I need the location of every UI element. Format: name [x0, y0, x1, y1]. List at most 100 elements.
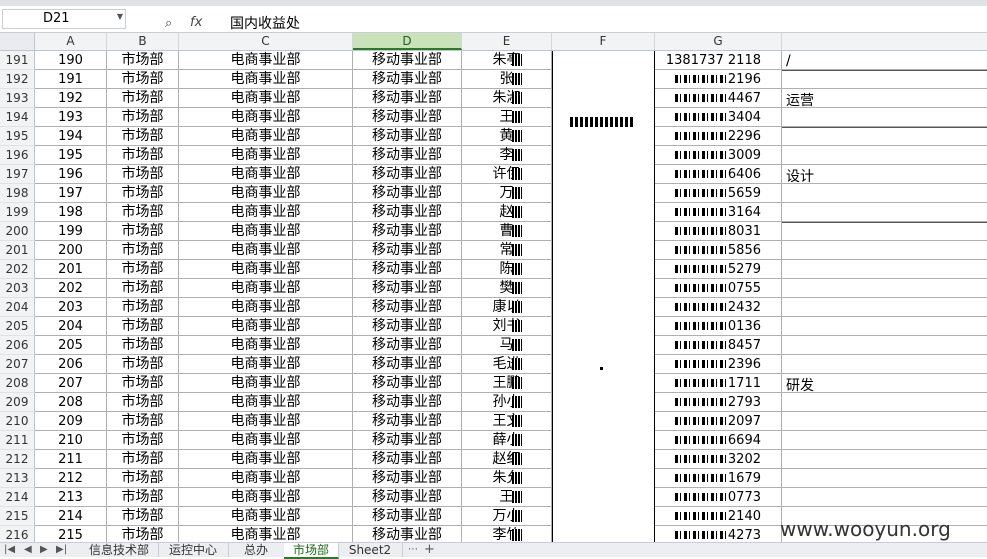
cell-e[interactable]: 朱允 — [462, 469, 552, 488]
column-header-b[interactable]: B — [107, 33, 179, 50]
cell-c[interactable]: 电商事业部 — [179, 317, 353, 336]
cell-b[interactable]: 市场部 — [107, 184, 179, 203]
column-header-h[interactable] — [782, 33, 987, 50]
cell-d[interactable]: 移动事业部 — [353, 279, 462, 298]
cell-e[interactable]: 薛小 — [462, 431, 552, 450]
row-number[interactable]: 203 — [0, 279, 35, 298]
cell-b[interactable]: 市场部 — [107, 469, 179, 488]
cell-h[interactable] — [782, 393, 987, 412]
cell-a[interactable]: 197 — [35, 184, 107, 203]
cell-h[interactable] — [782, 355, 987, 374]
row-number[interactable]: 211 — [0, 431, 35, 450]
tab-sheet-5[interactable]: Sheet2 — [338, 543, 403, 557]
cell-b[interactable]: 市场部 — [107, 127, 179, 146]
name-box[interactable]: D21 ▼ — [2, 9, 126, 29]
cell-d[interactable]: 移动事业部 — [353, 336, 462, 355]
row-number[interactable]: 213 — [0, 469, 35, 488]
cell-a[interactable]: 210 — [35, 431, 107, 450]
cell-h[interactable] — [782, 412, 987, 431]
cell-b[interactable]: 市场部 — [107, 431, 179, 450]
cell-h[interactable] — [782, 260, 987, 279]
cell-d[interactable]: 移动事业部 — [353, 507, 462, 526]
cell-b[interactable]: 市场部 — [107, 165, 179, 184]
last-sheet-icon[interactable]: ▶| — [56, 543, 67, 557]
cell-e[interactable]: 康以 — [462, 298, 552, 317]
cell-a[interactable]: 195 — [35, 146, 107, 165]
cell-d[interactable]: 移动事业部 — [353, 146, 462, 165]
row-number[interactable]: 193 — [0, 89, 35, 108]
cell-a[interactable]: 209 — [35, 412, 107, 431]
cell-h[interactable] — [782, 450, 987, 469]
row-number[interactable]: 192 — [0, 70, 35, 89]
cell-e[interactable]: 李 — [462, 146, 552, 165]
cell-h[interactable] — [782, 146, 987, 165]
row-number[interactable]: 205 — [0, 317, 35, 336]
column-header-d[interactable]: D — [353, 33, 462, 50]
cell-b[interactable]: 市场部 — [107, 393, 179, 412]
cell-a[interactable]: 194 — [35, 127, 107, 146]
cell-h[interactable] — [782, 241, 987, 260]
cell-a[interactable]: 206 — [35, 355, 107, 374]
cell-c[interactable]: 电商事业部 — [179, 507, 353, 526]
cell-h[interactable] — [782, 108, 987, 127]
cell-b[interactable]: 市场部 — [107, 203, 179, 222]
formula-input[interactable]: 国内收益处 — [224, 15, 984, 33]
cell-d[interactable]: 移动事业部 — [353, 89, 462, 108]
cell-h[interactable] — [782, 222, 987, 241]
cell-c[interactable]: 电商事业部 — [179, 241, 353, 260]
row-number[interactable]: 200 — [0, 222, 35, 241]
cell-e[interactable]: 赵 — [462, 203, 552, 222]
cell-e[interactable]: 刘书 — [462, 317, 552, 336]
function-icon[interactable]: fx — [190, 15, 202, 30]
cell-e[interactable]: 朱亭 — [462, 51, 552, 70]
cell-h[interactable] — [782, 431, 987, 450]
row-number[interactable]: 198 — [0, 184, 35, 203]
cell-b[interactable]: 市场部 — [107, 336, 179, 355]
cell-h[interactable] — [782, 336, 987, 355]
cell-e[interactable]: 朱淑 — [462, 89, 552, 108]
cell-h[interactable] — [782, 127, 987, 146]
cell-h[interactable] — [782, 70, 987, 89]
cell-e[interactable]: 王鹏 — [462, 374, 552, 393]
tab-sheet-1[interactable]: 信息技术部 — [80, 543, 159, 557]
cell-d[interactable]: 移动事业部 — [353, 260, 462, 279]
prev-sheet-icon[interactable]: ◀ — [24, 543, 32, 557]
cell-h[interactable] — [782, 203, 987, 222]
cell-e[interactable]: 陈 — [462, 260, 552, 279]
cell-c[interactable]: 电商事业部 — [179, 298, 353, 317]
cell-h[interactable] — [782, 469, 987, 488]
cell-d[interactable]: 移动事业部 — [353, 222, 462, 241]
cell-b[interactable]: 市场部 — [107, 108, 179, 127]
cell-a[interactable]: 213 — [35, 488, 107, 507]
row-number[interactable]: 199 — [0, 203, 35, 222]
cell-c[interactable]: 电商事业部 — [179, 393, 353, 412]
cell-h[interactable] — [782, 317, 987, 336]
row-number[interactable]: 197 — [0, 165, 35, 184]
cell-a[interactable]: 207 — [35, 374, 107, 393]
cell-b[interactable]: 市场部 — [107, 374, 179, 393]
cell-c[interactable]: 电商事业部 — [179, 70, 353, 89]
cell-a[interactable]: 203 — [35, 298, 107, 317]
select-all-corner[interactable] — [0, 33, 35, 50]
cell-d[interactable]: 移动事业部 — [353, 450, 462, 469]
more-sheets-icon[interactable]: ⋯ — [408, 543, 418, 557]
cell-b[interactable]: 市场部 — [107, 51, 179, 70]
row-number[interactable]: 207 — [0, 355, 35, 374]
row-number[interactable]: 196 — [0, 146, 35, 165]
row-number[interactable]: 202 — [0, 260, 35, 279]
cell-b[interactable]: 市场部 — [107, 260, 179, 279]
cell-e[interactable]: 许伊 — [462, 165, 552, 184]
cell-c[interactable]: 电商事业部 — [179, 469, 353, 488]
cell-c[interactable]: 电商事业部 — [179, 127, 353, 146]
cell-d[interactable]: 移动事业部 — [353, 469, 462, 488]
add-sheet-icon[interactable]: + — [424, 543, 435, 557]
cell-a[interactable]: 202 — [35, 279, 107, 298]
cell-c[interactable]: 电商事业部 — [179, 203, 353, 222]
cell-d[interactable]: 移动事业部 — [353, 70, 462, 89]
cell-c[interactable]: 电商事业部 — [179, 260, 353, 279]
row-number[interactable]: 214 — [0, 488, 35, 507]
row-number[interactable]: 210 — [0, 412, 35, 431]
cell-c[interactable]: 电商事业部 — [179, 51, 353, 70]
cell-e[interactable]: 王 — [462, 488, 552, 507]
tab-sheet-2[interactable]: 运控中心 — [158, 543, 229, 557]
